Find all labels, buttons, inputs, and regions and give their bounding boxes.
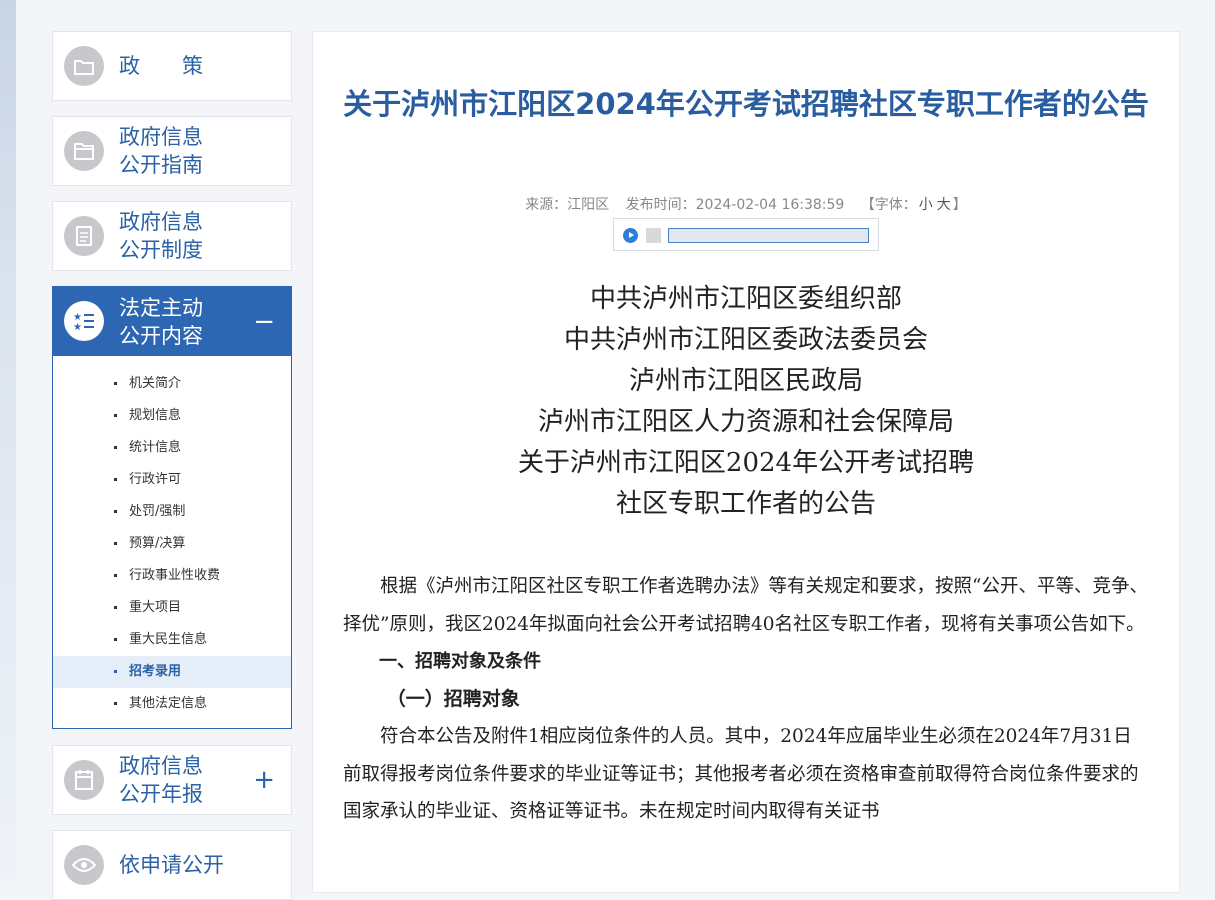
article-source: 来源：江阳区	[525, 197, 610, 213]
sidebar-item-statutory-content[interactable]: ★ ★ 法定主动 公开内容 −	[52, 286, 292, 357]
submenu-item-fees[interactable]: 行政事业性收费	[53, 560, 291, 592]
star-list-icon: ★ ★	[64, 301, 104, 341]
sidebar-item-disclosure-system[interactable]: 政府信息 公开制度	[52, 201, 292, 271]
sidebar-item-label: 政府信息 公开指南	[119, 125, 203, 177]
submenu-item-other[interactable]: 其他法定信息	[53, 688, 291, 720]
paragraph: 根据《泸州市江阳区社区专职工作者选聘办法》等有关规定和要求，按照“公开、平等、竞…	[343, 576, 1148, 635]
submenu-item-planning[interactable]: 规划信息	[53, 400, 291, 432]
sidebar-item-annual-report[interactable]: 政府信息 公开年报 +	[52, 745, 292, 815]
sidebar-item-disclosure-guide[interactable]: 政府信息 公开指南	[52, 116, 292, 186]
collapse-icon[interactable]: −	[253, 309, 275, 335]
sidebar-item-label: 政府信息 公开制度	[119, 210, 203, 262]
heading-line: 中共泸州市江阳区委组织部	[589, 284, 902, 314]
sidebar-item-policy[interactable]: 政 策	[52, 31, 292, 101]
article-panel: 关于泸州市江阳区2024年公开考试招聘社区专职工作者的公告 来源：江阳区 发布时…	[312, 31, 1180, 893]
heading-line: 泸州市江阳区民政局	[628, 366, 863, 396]
notice-heading: 中共泸州市江阳区委组织部 中共泸州市江阳区委政法委员会 泸州市江阳区民政局 泸州…	[313, 279, 1179, 525]
eye-icon	[64, 845, 104, 885]
font-size-label: 【字体：	[860, 197, 917, 213]
folder-icon	[64, 46, 104, 86]
sidebar-item-label: 政 策	[119, 54, 203, 78]
article-published-time: 发布时间：2024-02-04 16:38:59	[625, 197, 845, 213]
calendar-icon	[64, 760, 104, 800]
article-body: 根据《泸州市江阳区社区专职工作者选聘办法》等有关规定和要求，按照“公开、平等、竞…	[343, 568, 1148, 831]
svg-text:★: ★	[73, 322, 82, 332]
heading-line: 社区专职工作者的公告	[615, 489, 876, 519]
submenu-item-agency-intro[interactable]: 机关简介	[53, 368, 291, 400]
expand-icon[interactable]: +	[253, 767, 275, 793]
submenu: 机关简介 规划信息 统计信息 行政许可 处罚/强制 预算/决算 行政事业性收费 …	[52, 356, 292, 729]
submenu-item-penalty[interactable]: 处罚/强制	[53, 496, 291, 528]
submenu-item-livelihood[interactable]: 重大民生信息	[53, 624, 291, 656]
sidebar-item-label: 依申请公开	[119, 853, 224, 877]
audio-player	[613, 218, 879, 251]
heading-line: 中共泸州市江阳区委政法委员会	[563, 325, 928, 355]
play-icon[interactable]	[623, 228, 638, 243]
section-heading: 一、招聘对象及条件	[379, 651, 541, 672]
font-size-suffix: 】	[952, 197, 967, 213]
folder-icon	[64, 131, 104, 171]
font-small-button[interactable]: 小	[919, 197, 933, 213]
subsection-heading: （一）招聘对象	[386, 687, 520, 710]
font-large-button[interactable]: 大	[937, 197, 951, 213]
submenu-item-recruitment[interactable]: 招考录用	[53, 656, 291, 688]
heading-line: 泸州市江阳区人力资源和社会保障局	[537, 407, 954, 437]
submenu-item-major-projects[interactable]: 重大项目	[53, 592, 291, 624]
font-size-control: 【字体：小大】	[861, 197, 967, 213]
article-meta: 来源：江阳区 发布时间：2024-02-04 16:38:59 【字体：小大】	[313, 194, 1179, 214]
sidebar-item-label: 法定主动 公开内容	[119, 295, 203, 348]
submenu-item-statistics[interactable]: 统计信息	[53, 432, 291, 464]
stop-icon[interactable]	[646, 228, 661, 243]
sidebar-item-label: 政府信息 公开年报	[119, 754, 203, 806]
article-title: 关于泸州市江阳区2024年公开考试招聘社区专职工作者的公告	[343, 87, 1149, 121]
sidebar-item-apply-disclosure[interactable]: 依申请公开	[52, 830, 292, 900]
document-icon	[64, 216, 104, 256]
page-edge	[0, 0, 16, 879]
submenu-item-admin-license[interactable]: 行政许可	[53, 464, 291, 496]
submenu-item-budget[interactable]: 预算/决算	[53, 528, 291, 560]
audio-progress-bar[interactable]	[668, 228, 869, 243]
paragraph: 符合本公告及附件1相应岗位条件的人员。其中，2024年应届毕业生必须在2024年…	[343, 726, 1139, 822]
heading-line: 关于泸州市江阳区2024年公开考试招聘	[517, 448, 975, 478]
